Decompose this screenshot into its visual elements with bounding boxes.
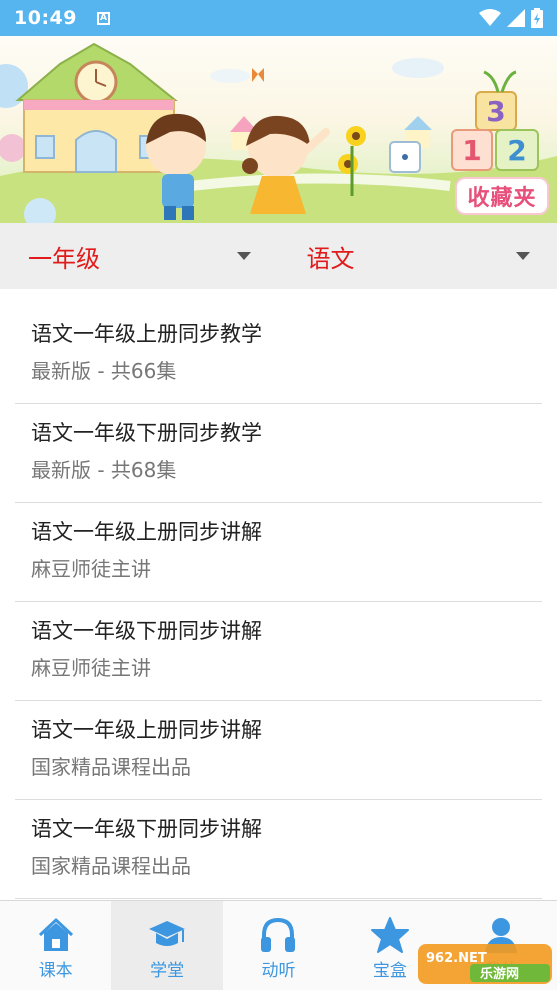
- course-title: 语文一年级下册同步教学: [31, 421, 262, 445]
- course-list-item[interactable]: 语文一年级上册同步讲解 国家精品课程出品: [15, 701, 542, 800]
- battery-charging-icon: [531, 8, 543, 28]
- course-title: 语文一年级下册同步讲解: [31, 817, 262, 841]
- course-list-item[interactable]: 语文一年级上册同步教学 最新版 - 共66集: [15, 305, 542, 404]
- course-list: 语文一年级上册同步教学 最新版 - 共66集 语文一年级下册同步教学 最新版 -…: [0, 305, 557, 899]
- subject-filter-dropdown[interactable]: 语文: [279, 223, 557, 289]
- course-subtitle: 最新版 - 共66集: [31, 359, 177, 383]
- nav-item-textbook[interactable]: 课本: [0, 901, 111, 990]
- course-subtitle: 国家精品课程出品: [31, 854, 191, 878]
- caret-down-icon: [236, 252, 251, 260]
- graduation-cap-icon: [149, 921, 186, 946]
- course-list-item[interactable]: 语文一年级下册同步教学 最新版 - 共68集: [15, 404, 542, 503]
- status-icons: [479, 8, 543, 28]
- nav-label: 宝盒: [372, 961, 407, 981]
- caret-down-icon: [516, 252, 530, 260]
- course-title: 语文一年级上册同步教学: [31, 322, 262, 346]
- nav-label: 动听: [261, 961, 296, 981]
- grade-filter-dropdown[interactable]: 一年级: [0, 223, 279, 289]
- banner: 3 1 2 收藏夹: [0, 36, 557, 223]
- status-time: 10:49: [14, 7, 77, 29]
- course-subtitle: 麻豆师徒主讲: [31, 557, 151, 581]
- notification-a-icon: A: [96, 11, 110, 25]
- watermark-top-text: 962.NET: [426, 951, 487, 966]
- number-blocks: 3 1 2: [451, 70, 539, 171]
- wifi-icon: [479, 9, 501, 26]
- course-list-item[interactable]: 语文一年级下册同步讲解 国家精品课程出品: [15, 800, 542, 899]
- course-title: 语文一年级下册同步讲解: [31, 619, 262, 643]
- favorites-button[interactable]: 收藏夹: [455, 177, 549, 215]
- house-icon: [38, 918, 73, 951]
- nav-label: 课本: [38, 961, 73, 981]
- cell-signal-icon: [507, 9, 525, 27]
- nav-item-classroom[interactable]: 学堂: [111, 901, 223, 990]
- course-list-item[interactable]: 语文一年级上册同步讲解 麻豆师徒主讲: [15, 503, 542, 602]
- svg-text:3: 3: [486, 95, 505, 128]
- filter-bar: 一年级 语文: [0, 223, 557, 289]
- course-list-item[interactable]: 语文一年级下册同步讲解 麻豆师徒主讲: [15, 602, 542, 701]
- headphones-icon: [261, 917, 296, 952]
- course-subtitle: 最新版 - 共68集: [31, 458, 177, 482]
- watermark-bottom-text: 乐游网: [480, 966, 519, 982]
- course-title: 语文一年级上册同步讲解: [31, 520, 262, 544]
- star-icon: [370, 917, 409, 953]
- status-bar: 10:49 A: [0, 0, 557, 36]
- subject-filter-label: 语文: [306, 244, 355, 273]
- course-subtitle: 国家精品课程出品: [31, 755, 191, 779]
- course-title: 语文一年级上册同步讲解: [31, 718, 262, 742]
- nav-label: 学堂: [150, 961, 185, 981]
- course-subtitle: 麻豆师徒主讲: [31, 656, 151, 680]
- grade-filter-label: 一年级: [28, 244, 100, 273]
- svg-text:1: 1: [462, 134, 481, 167]
- svg-text:2: 2: [507, 134, 526, 167]
- nav-item-listen[interactable]: 动听: [223, 901, 334, 990]
- watermark-logo: 962.NET 乐游网: [418, 944, 552, 984]
